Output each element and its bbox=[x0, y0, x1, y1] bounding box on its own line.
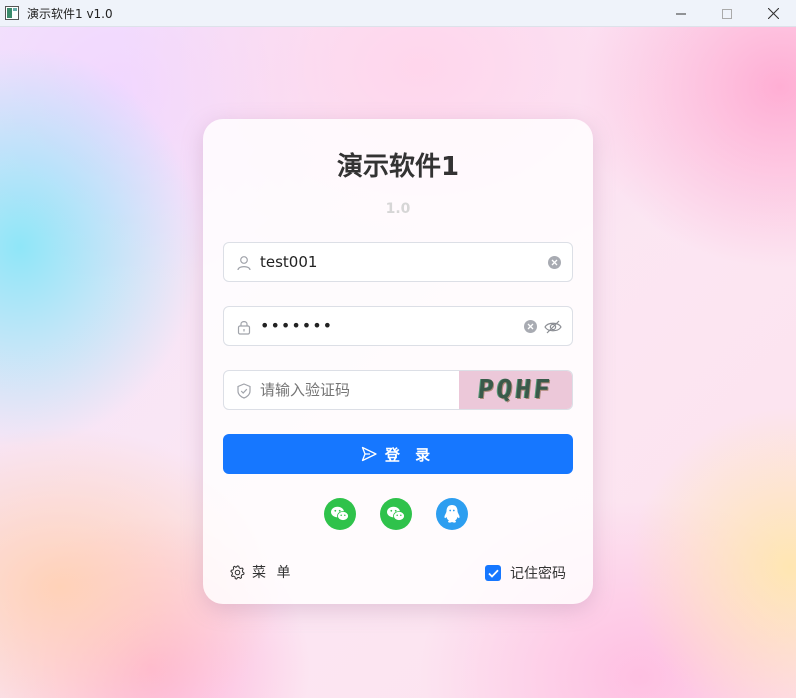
captcha-input[interactable] bbox=[260, 381, 450, 399]
close-button[interactable] bbox=[750, 0, 796, 27]
clear-password-icon[interactable] bbox=[524, 320, 537, 333]
check-icon bbox=[487, 569, 499, 578]
maximize-button[interactable] bbox=[704, 0, 750, 27]
captcha-field[interactable]: PQHF bbox=[223, 370, 573, 410]
app-icon bbox=[5, 6, 19, 20]
clear-username-icon[interactable] bbox=[548, 256, 561, 269]
password-input[interactable]: ••••••• bbox=[260, 316, 333, 335]
username-input[interactable]: test001 bbox=[260, 253, 317, 271]
qq-login-button[interactable] bbox=[436, 498, 468, 530]
minimize-button[interactable] bbox=[658, 0, 704, 27]
minimize-icon bbox=[676, 13, 686, 14]
captcha-image[interactable]: PQHF bbox=[459, 371, 572, 409]
login-card: 演示软件1 1.0 test001 ••••••• 请输入验证码 PQHF 登 … bbox=[203, 119, 593, 604]
qq-icon bbox=[444, 505, 460, 523]
remember-checkbox[interactable] bbox=[485, 565, 501, 581]
lock-icon bbox=[237, 321, 251, 335]
wechat-login-button-2[interactable] bbox=[380, 498, 412, 530]
menu-label: 菜 单 bbox=[252, 565, 294, 581]
remember-password[interactable]: 记住密码 bbox=[485, 563, 566, 583]
shield-icon bbox=[237, 383, 251, 399]
maximize-icon bbox=[722, 8, 732, 19]
user-icon bbox=[237, 256, 251, 271]
username-field[interactable]: test001 bbox=[223, 242, 573, 282]
login-button[interactable]: 登 录 bbox=[223, 434, 573, 474]
login-button-label: 登 录 bbox=[384, 445, 436, 464]
gear-icon bbox=[230, 564, 245, 580]
captcha-code: PQHF bbox=[476, 375, 555, 405]
password-field[interactable]: ••••••• bbox=[223, 306, 573, 346]
wechat-icon bbox=[331, 506, 349, 521]
close-icon bbox=[767, 8, 779, 19]
login-title: 演示软件1 bbox=[336, 152, 460, 182]
send-icon bbox=[361, 446, 377, 462]
eye-off-icon[interactable] bbox=[544, 319, 562, 335]
window-title: 演示软件1 v1.0 bbox=[27, 6, 113, 21]
remember-label: 记住密码 bbox=[510, 566, 566, 582]
version-label: 1.0 bbox=[385, 201, 411, 217]
menu-button[interactable]: 菜 单 bbox=[230, 562, 293, 582]
wechat-login-button[interactable] bbox=[324, 498, 356, 530]
wechat-icon bbox=[387, 506, 405, 521]
title-bar: 演示软件1 v1.0 bbox=[0, 0, 796, 27]
